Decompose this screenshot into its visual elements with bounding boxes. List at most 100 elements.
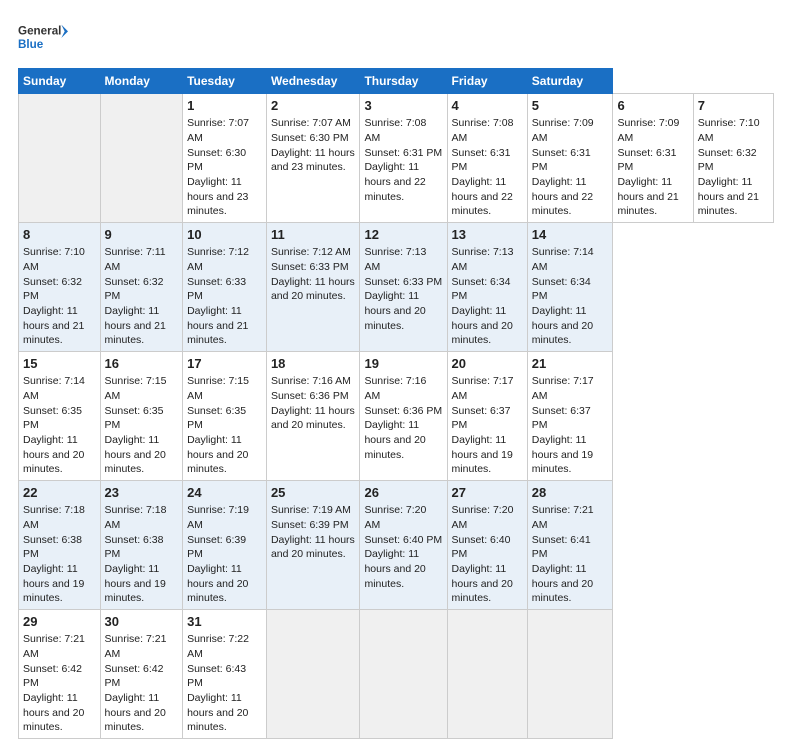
sunrise: Sunrise: 7:12 AM <box>271 246 351 258</box>
day-header-friday: Friday <box>447 69 527 94</box>
sunset: Sunset: 6:41 PM <box>532 534 591 561</box>
daylight: Daylight: 11 hours and 19 minutes. <box>452 434 513 475</box>
day-cell-12: 12 Sunrise: 7:13 AM Sunset: 6:33 PM Dayl… <box>360 223 447 352</box>
day-number: 14 <box>532 226 609 244</box>
day-number: 9 <box>105 226 179 244</box>
daylight: Daylight: 11 hours and 20 minutes. <box>532 305 593 346</box>
sunrise: Sunrise: 7:08 AM <box>364 117 426 144</box>
sunset: Sunset: 6:32 PM <box>698 147 757 174</box>
week-row-3: 15 Sunrise: 7:14 AM Sunset: 6:35 PM Dayl… <box>19 352 774 481</box>
sunrise: Sunrise: 7:14 AM <box>23 375 85 402</box>
sunrise: Sunrise: 7:10 AM <box>23 246 85 273</box>
day-number: 31 <box>187 613 262 631</box>
week-row-5: 29 Sunrise: 7:21 AM Sunset: 6:42 PM Dayl… <box>19 610 774 739</box>
sunrise: Sunrise: 7:18 AM <box>23 504 85 531</box>
daylight: Daylight: 11 hours and 22 minutes. <box>452 176 513 217</box>
day-cell-14: 14 Sunrise: 7:14 AM Sunset: 6:34 PM Dayl… <box>527 223 613 352</box>
day-cell-25: 25 Sunrise: 7:19 AM Sunset: 6:39 PM Dayl… <box>266 481 360 610</box>
day-number: 16 <box>105 355 179 373</box>
sunrise: Sunrise: 7:17 AM <box>452 375 514 402</box>
sunset: Sunset: 6:38 PM <box>23 534 82 561</box>
sunset: Sunset: 6:31 PM <box>617 147 676 174</box>
sunrise: Sunrise: 7:07 AM <box>271 117 351 129</box>
sunrise: Sunrise: 7:09 AM <box>617 117 679 144</box>
sunrise: Sunrise: 7:09 AM <box>532 117 594 144</box>
header: General Blue <box>18 18 774 58</box>
day-number: 5 <box>532 97 609 115</box>
daylight: Daylight: 11 hours and 20 minutes. <box>105 692 166 733</box>
day-number: 1 <box>187 97 262 115</box>
day-header-sunday: Sunday <box>19 69 101 94</box>
daylight: Daylight: 11 hours and 19 minutes. <box>23 563 84 604</box>
daylight: Daylight: 11 hours and 19 minutes. <box>105 563 166 604</box>
day-number: 17 <box>187 355 262 373</box>
day-header-saturday: Saturday <box>527 69 613 94</box>
day-cell-29: 29 Sunrise: 7:21 AM Sunset: 6:42 PM Dayl… <box>19 610 101 739</box>
sunrise: Sunrise: 7:22 AM <box>187 633 249 660</box>
day-number: 7 <box>698 97 769 115</box>
day-cell-18: 18 Sunrise: 7:16 AM Sunset: 6:36 PM Dayl… <box>266 352 360 481</box>
daylight: Daylight: 11 hours and 20 minutes. <box>452 305 513 346</box>
day-number: 30 <box>105 613 179 631</box>
day-cell-23: 23 Sunrise: 7:18 AM Sunset: 6:38 PM Dayl… <box>100 481 183 610</box>
daylight: Daylight: 11 hours and 20 minutes. <box>187 434 248 475</box>
day-header-wednesday: Wednesday <box>266 69 360 94</box>
sunset: Sunset: 6:42 PM <box>105 663 164 690</box>
daylight: Daylight: 11 hours and 22 minutes. <box>364 161 425 202</box>
day-cell-6: 6 Sunrise: 7:09 AM Sunset: 6:31 PM Dayli… <box>613 94 693 223</box>
day-header-monday: Monday <box>100 69 183 94</box>
day-number: 26 <box>364 484 442 502</box>
day-cell-10: 10 Sunrise: 7:12 AM Sunset: 6:33 PM Dayl… <box>183 223 267 352</box>
sunrise: Sunrise: 7:21 AM <box>532 504 594 531</box>
week-row-4: 22 Sunrise: 7:18 AM Sunset: 6:38 PM Dayl… <box>19 481 774 610</box>
daylight: Daylight: 11 hours and 20 minutes. <box>271 405 355 432</box>
sunset: Sunset: 6:31 PM <box>364 147 442 159</box>
day-number: 2 <box>271 97 356 115</box>
sunrise: Sunrise: 7:21 AM <box>105 633 167 660</box>
sunrise: Sunrise: 7:21 AM <box>23 633 85 660</box>
sunrise: Sunrise: 7:19 AM <box>187 504 249 531</box>
daylight: Daylight: 11 hours and 21 minutes. <box>23 305 84 346</box>
sunset: Sunset: 6:40 PM <box>452 534 511 561</box>
sunrise: Sunrise: 7:13 AM <box>452 246 514 273</box>
daylight: Daylight: 11 hours and 19 minutes. <box>532 434 593 475</box>
sunrise: Sunrise: 7:15 AM <box>105 375 167 402</box>
page: General Blue SundayMondayTuesdayWednesda… <box>0 0 792 749</box>
day-number: 10 <box>187 226 262 244</box>
sunrise: Sunrise: 7:18 AM <box>105 504 167 531</box>
daylight: Daylight: 11 hours and 20 minutes. <box>532 563 593 604</box>
sunset: Sunset: 6:32 PM <box>23 276 82 303</box>
day-number: 4 <box>452 97 523 115</box>
daylight: Daylight: 11 hours and 20 minutes. <box>452 563 513 604</box>
day-cell-28: 28 Sunrise: 7:21 AM Sunset: 6:41 PM Dayl… <box>527 481 613 610</box>
day-number: 24 <box>187 484 262 502</box>
day-cell-17: 17 Sunrise: 7:15 AM Sunset: 6:35 PM Dayl… <box>183 352 267 481</box>
sunset: Sunset: 6:33 PM <box>271 261 349 273</box>
day-cell-3: 3 Sunrise: 7:08 AM Sunset: 6:31 PM Dayli… <box>360 94 447 223</box>
sunset: Sunset: 6:33 PM <box>187 276 246 303</box>
sunset: Sunset: 6:31 PM <box>452 147 511 174</box>
sunset: Sunset: 6:30 PM <box>271 132 349 144</box>
day-cell-8: 8 Sunrise: 7:10 AM Sunset: 6:32 PM Dayli… <box>19 223 101 352</box>
day-cell-22: 22 Sunrise: 7:18 AM Sunset: 6:38 PM Dayl… <box>19 481 101 610</box>
sunset: Sunset: 6:38 PM <box>105 534 164 561</box>
day-number: 12 <box>364 226 442 244</box>
day-cell-4: 4 Sunrise: 7:08 AM Sunset: 6:31 PM Dayli… <box>447 94 527 223</box>
day-number: 29 <box>23 613 96 631</box>
daylight: Daylight: 11 hours and 20 minutes. <box>187 563 248 604</box>
day-number: 19 <box>364 355 442 373</box>
day-number: 18 <box>271 355 356 373</box>
daylight: Daylight: 11 hours and 21 minutes. <box>187 305 248 346</box>
sunrise: Sunrise: 7:16 AM <box>271 375 351 387</box>
day-header-tuesday: Tuesday <box>183 69 267 94</box>
day-header-thursday: Thursday <box>360 69 447 94</box>
day-number: 23 <box>105 484 179 502</box>
sunset: Sunset: 6:30 PM <box>187 147 246 174</box>
sunrise: Sunrise: 7:07 AM <box>187 117 249 144</box>
daylight: Daylight: 11 hours and 20 minutes. <box>271 534 355 561</box>
day-cell-30: 30 Sunrise: 7:21 AM Sunset: 6:42 PM Dayl… <box>100 610 183 739</box>
sunset: Sunset: 6:32 PM <box>105 276 164 303</box>
calendar: SundayMondayTuesdayWednesdayThursdayFrid… <box>18 68 774 739</box>
sunrise: Sunrise: 7:11 AM <box>105 246 166 273</box>
sunrise: Sunrise: 7:16 AM <box>364 375 426 402</box>
